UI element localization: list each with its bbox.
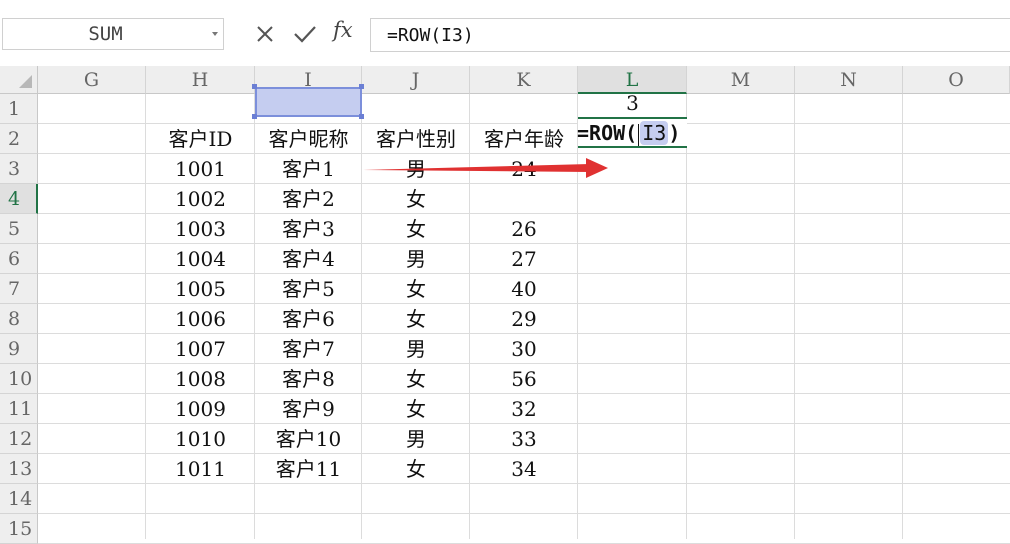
annotation-arrow <box>363 158 608 178</box>
